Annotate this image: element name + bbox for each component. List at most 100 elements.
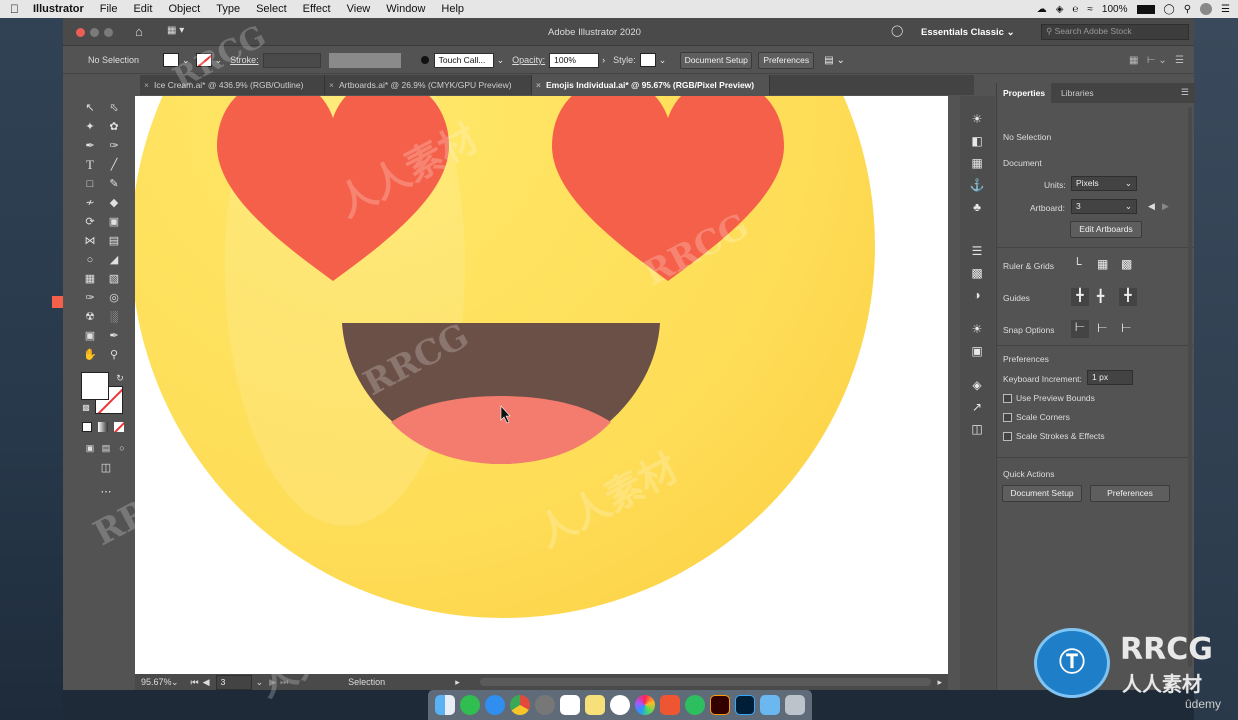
- ruler-icon[interactable]: └: [1073, 257, 1082, 271]
- tab-libraries[interactable]: Libraries: [1055, 83, 1100, 103]
- safari-dock-icon[interactable]: [484, 695, 505, 715]
- menu-view[interactable]: View: [347, 3, 371, 15]
- artboard-dropdown[interactable]: 3 ⌄: [1071, 199, 1137, 214]
- use-preview-bounds-checkbox[interactable]: Use Preview Bounds: [1003, 393, 1095, 404]
- preferences-button[interactable]: Preferences: [758, 51, 815, 69]
- screen-mode-icon[interactable]: ◫: [94, 460, 118, 476]
- menu-help[interactable]: Help: [441, 3, 464, 15]
- snap-to-grid-icon[interactable]: ⊢: [1097, 321, 1107, 335]
- layers-icon[interactable]: ◈: [968, 376, 986, 394]
- type-tool-icon[interactable]: T: [82, 157, 98, 173]
- fill-color-box[interactable]: [81, 372, 109, 400]
- apple-icon[interactable]: : [10, 2, 19, 16]
- previous-artboard-icon[interactable]: ◀: [203, 677, 210, 688]
- eyedropper-tool-icon[interactable]: ✑: [82, 290, 98, 306]
- fill-dropdown-icon[interactable]: ⌄: [182, 55, 190, 66]
- scroll-right-icon[interactable]: ▸: [937, 677, 942, 688]
- align-icons[interactable]: ▦ ⊢ ⌄ ☰: [1129, 55, 1184, 66]
- fill-swatch[interactable]: [163, 53, 179, 67]
- zoom-level[interactable]: 95.67%: [141, 677, 172, 687]
- units-dropdown[interactable]: Pixels ⌄: [1071, 176, 1137, 191]
- photos-dock-icon[interactable]: [635, 695, 656, 715]
- snap-to-pixel-icon[interactable]: ⊢: [1121, 321, 1131, 335]
- lock-guides-icon[interactable]: ╋: [1097, 289, 1104, 303]
- zoom-window-button[interactable]: [104, 28, 113, 37]
- evernote-dock-icon[interactable]: [685, 695, 706, 715]
- panel-scrollbar[interactable]: [1188, 107, 1192, 667]
- edit-artboards-button[interactable]: Edit Artboards: [1070, 221, 1142, 238]
- workspace-switcher[interactable]: Essentials Classic ⌄: [921, 27, 1015, 38]
- menu-edit[interactable]: Edit: [133, 3, 152, 15]
- gradient-mode-icon[interactable]: [98, 422, 108, 432]
- menu-effect[interactable]: Effect: [303, 3, 331, 15]
- mesh-tool-icon[interactable]: ▦: [82, 271, 98, 287]
- panel-menu-icon[interactable]: ☰: [1181, 87, 1189, 98]
- notes-dock-icon[interactable]: [584, 695, 605, 715]
- show-guides-icon[interactable]: ╋: [1071, 288, 1089, 306]
- draw-behind-icon[interactable]: ▤: [98, 440, 114, 456]
- symbols-icon[interactable]: ♣: [968, 198, 986, 216]
- curvature-tool-icon[interactable]: ✑: [106, 138, 122, 154]
- document-setup-button[interactable]: Document Setup: [680, 51, 753, 69]
- qa-preferences-button[interactable]: Preferences: [1090, 485, 1170, 502]
- menu-window[interactable]: Window: [386, 3, 425, 15]
- horizontal-scrollbar[interactable]: [479, 678, 932, 686]
- paintbrush-tool-icon[interactable]: ✎: [106, 176, 122, 192]
- menu-file[interactable]: File: [100, 3, 118, 15]
- artboard-number-field[interactable]: 3: [215, 674, 252, 690]
- brush-dropdown-icon[interactable]: ⌄: [497, 55, 505, 66]
- line-tool-icon[interactable]: ╱: [106, 157, 122, 173]
- workspace-layout-icon[interactable]: ▦ ▾: [167, 25, 184, 36]
- draw-inside-icon[interactable]: ○: [114, 440, 130, 456]
- shape-builder-tool-icon[interactable]: ○: [82, 252, 98, 268]
- gradient-panel-icon[interactable]: ▩: [968, 264, 986, 282]
- magic-wand-tool-icon[interactable]: ✦: [82, 119, 98, 135]
- tab-emojis-individual[interactable]: × Emojis Individual.ai* @ 95.67% (RGB/Pix…: [532, 75, 770, 95]
- close-tab-icon[interactable]: ×: [329, 75, 334, 95]
- creative-cloud-icon[interactable]: ☁: [1037, 4, 1047, 15]
- stroke-panel-icon[interactable]: ☰: [968, 242, 986, 260]
- clock-icon[interactable]: ◯: [1164, 4, 1175, 15]
- zoom-tool-icon[interactable]: ⚲: [106, 347, 122, 363]
- width-tool-icon[interactable]: ⋈: [82, 233, 98, 249]
- transform-icon[interactable]: ▦: [968, 154, 986, 172]
- close-window-button[interactable]: [76, 28, 85, 37]
- music-dock-icon[interactable]: [609, 695, 630, 715]
- stock-search-input[interactable]: ⚲ Search Adobe Stock: [1041, 24, 1189, 40]
- selection-tool-icon[interactable]: ↖: [82, 100, 98, 116]
- menu-type[interactable]: Type: [216, 3, 240, 15]
- transparency-panel-icon[interactable]: ◑: [968, 286, 986, 304]
- direct-selection-tool-icon[interactable]: ⬁: [106, 100, 122, 116]
- stroke-swatch[interactable]: [195, 53, 212, 67]
- color-mode-icon[interactable]: [82, 422, 92, 432]
- menu-select[interactable]: Select: [256, 3, 287, 15]
- bluetooth-icon[interactable]: ℮: [1072, 4, 1078, 15]
- trash-dock-icon[interactable]: [785, 695, 806, 715]
- whatsapp-dock-icon[interactable]: [459, 695, 480, 715]
- qa-document-setup-button[interactable]: Document Setup: [1002, 485, 1082, 502]
- symbol-sprayer-tool-icon[interactable]: ☢: [82, 309, 98, 325]
- default-fill-stroke-icon[interactable]: ▩: [78, 400, 94, 416]
- blend-tool-icon[interactable]: ◎: [106, 290, 122, 306]
- arrange-documents-icon[interactable]: ▤ ⌄: [824, 55, 845, 66]
- brush-definition-field[interactable]: Touch Call...: [433, 52, 494, 68]
- calendar-dock-icon[interactable]: [559, 695, 580, 715]
- canvas-artboard[interactable]: [135, 96, 948, 676]
- swap-fill-stroke-icon[interactable]: ↻: [112, 370, 128, 386]
- perspective-grid-tool-icon[interactable]: ◢: [106, 252, 122, 268]
- libraries-icon[interactable]: ☀: [968, 110, 986, 128]
- first-artboard-icon[interactable]: ⏮: [191, 677, 199, 688]
- smart-guides-icon[interactable]: ╋: [1119, 288, 1137, 306]
- minimize-window-button[interactable]: [90, 28, 99, 37]
- downloads-folder-dock-icon[interactable]: [760, 695, 781, 715]
- pen-tool-icon[interactable]: ✒: [82, 138, 98, 154]
- previous-artboard-arrow-icon[interactable]: ◀: [1148, 201, 1155, 212]
- column-graph-tool-icon[interactable]: ░: [106, 309, 122, 325]
- zoom-dropdown-icon[interactable]: ⌄: [171, 677, 179, 688]
- wifi-icon[interactable]: ≈: [1087, 4, 1093, 15]
- tab-properties[interactable]: Properties: [997, 83, 1052, 103]
- photoshop-dock-icon[interactable]: [735, 695, 756, 715]
- export-icon[interactable]: ↗: [968, 398, 986, 416]
- stroke-variable-field[interactable]: [328, 52, 401, 68]
- none-mode-icon[interactable]: [114, 422, 124, 432]
